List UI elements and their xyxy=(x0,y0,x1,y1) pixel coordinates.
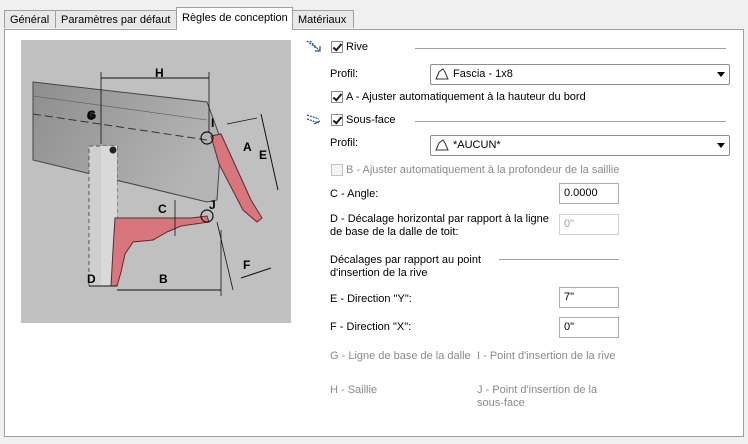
label-j: J xyxy=(209,198,216,212)
rive-icon xyxy=(306,40,321,52)
label-f: F xyxy=(243,258,251,272)
decalages-separator xyxy=(499,259,619,260)
angle-input[interactable]: 0.0000 xyxy=(559,183,619,204)
rive-profil-label: Profil: xyxy=(330,68,359,80)
chevron-down-icon xyxy=(717,143,725,148)
rive-auto-checkbox[interactable] xyxy=(331,91,343,103)
legend-i: I - Point d'insertion de la rive xyxy=(477,350,616,362)
tab-materiaux[interactable]: Matériaux xyxy=(292,10,354,28)
tab-parametres-par-defaut[interactable]: Paramètres par défaut xyxy=(55,10,177,28)
legend-h: H - Saillie xyxy=(330,384,378,396)
legend-j-line2: sous-face xyxy=(477,397,525,409)
label-i: I xyxy=(211,116,215,130)
legend-g: G - Ligne de base de la dalle xyxy=(330,350,471,362)
direction-x-label: F - Direction "X": xyxy=(330,321,412,333)
sous-face-auto-checkbox[interactable] xyxy=(331,164,343,176)
rive-checkbox[interactable] xyxy=(331,41,343,53)
label-h: H xyxy=(155,66,164,80)
direction-y-label: E - Direction "Y": xyxy=(330,293,412,305)
dim-f-ext xyxy=(216,221,234,291)
decalage-label-line2: de base de la dalle de toit: xyxy=(330,226,459,238)
label-a: A xyxy=(243,140,252,154)
rive-profil-select[interactable]: Fascia - 1x8 xyxy=(430,64,730,85)
direction-x-input[interactable]: 0" xyxy=(559,317,619,338)
tab-regles-de-conception[interactable]: Règles de conception xyxy=(176,7,293,30)
decalage-input[interactable]: 0" xyxy=(559,214,619,235)
sous-face-profil-select[interactable]: *AUCUN* xyxy=(430,135,730,156)
sous-face-separator xyxy=(415,121,726,122)
rive-profil-value: Fascia - 1x8 xyxy=(453,68,513,80)
label-c: C xyxy=(158,202,167,216)
wall-top-point xyxy=(109,146,117,154)
tab-general[interactable]: Général xyxy=(4,10,56,28)
decalage-label-line1: D - Décalage horizontal par rapport à la… xyxy=(330,213,549,225)
diagram-drawing xyxy=(32,72,279,296)
direction-y-input[interactable]: 7" xyxy=(559,287,619,308)
rive-separator xyxy=(415,48,726,49)
sous-face-checkbox[interactable] xyxy=(331,114,343,126)
dim-a-ext xyxy=(226,117,258,125)
label-d: D xyxy=(87,272,96,286)
legend-j-line1: J - Point d'insertion de la xyxy=(477,384,598,396)
label-b: B xyxy=(159,272,168,286)
decalages-heading-line2: d'insertion de la rive xyxy=(330,267,428,279)
sous-face-auto-label: B - Ajuster automatiquement à la profond… xyxy=(346,164,620,176)
sous-face-checkbox-label[interactable]: Sous-face xyxy=(346,114,396,126)
label-g: G xyxy=(87,108,97,122)
rive-checkbox-label[interactable]: Rive xyxy=(346,41,368,53)
sous-face-profil-label: Profil: xyxy=(330,137,359,149)
sous-face-icon xyxy=(306,114,321,125)
profile-icon xyxy=(435,139,449,151)
chevron-down-icon xyxy=(717,72,725,77)
profile-icon xyxy=(435,68,449,80)
angle-label: C - Angle: xyxy=(330,188,379,200)
rive-auto-label[interactable]: A - Ajuster automatiquement à la hauteur… xyxy=(346,91,586,103)
decalages-heading-line1: Décalages par rapport au point xyxy=(330,254,482,266)
roof-edge-diagram: H G I A E C J F D B xyxy=(21,40,291,323)
sous-face-profil-value: *AUCUN* xyxy=(453,139,501,151)
label-e: E xyxy=(259,148,268,162)
